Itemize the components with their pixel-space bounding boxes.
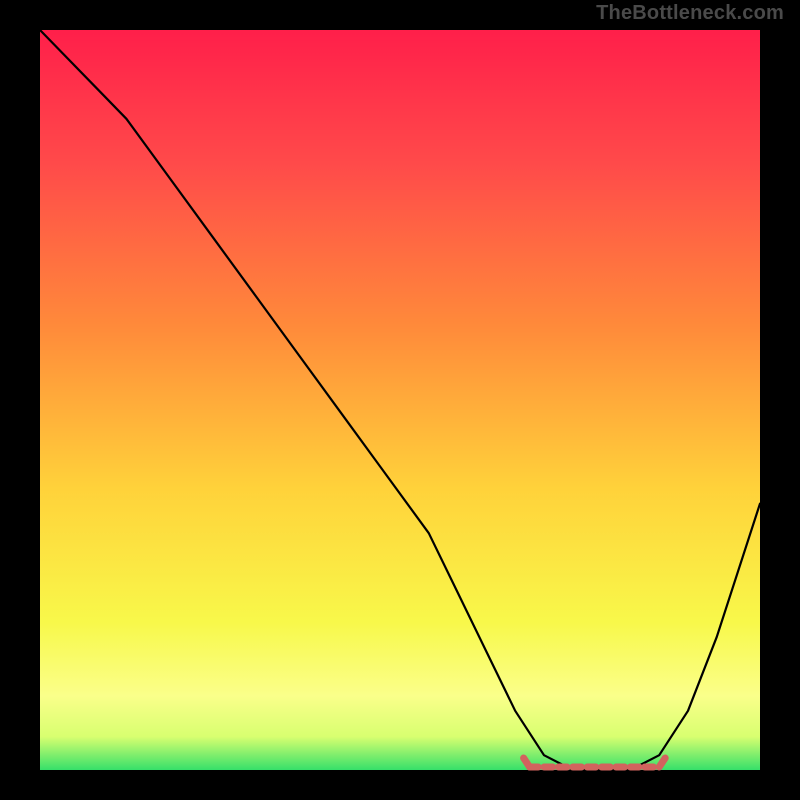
bottleneck-plot [0,0,800,800]
chart-frame: TheBottleneck.com [0,0,800,800]
plot-background [40,30,760,770]
